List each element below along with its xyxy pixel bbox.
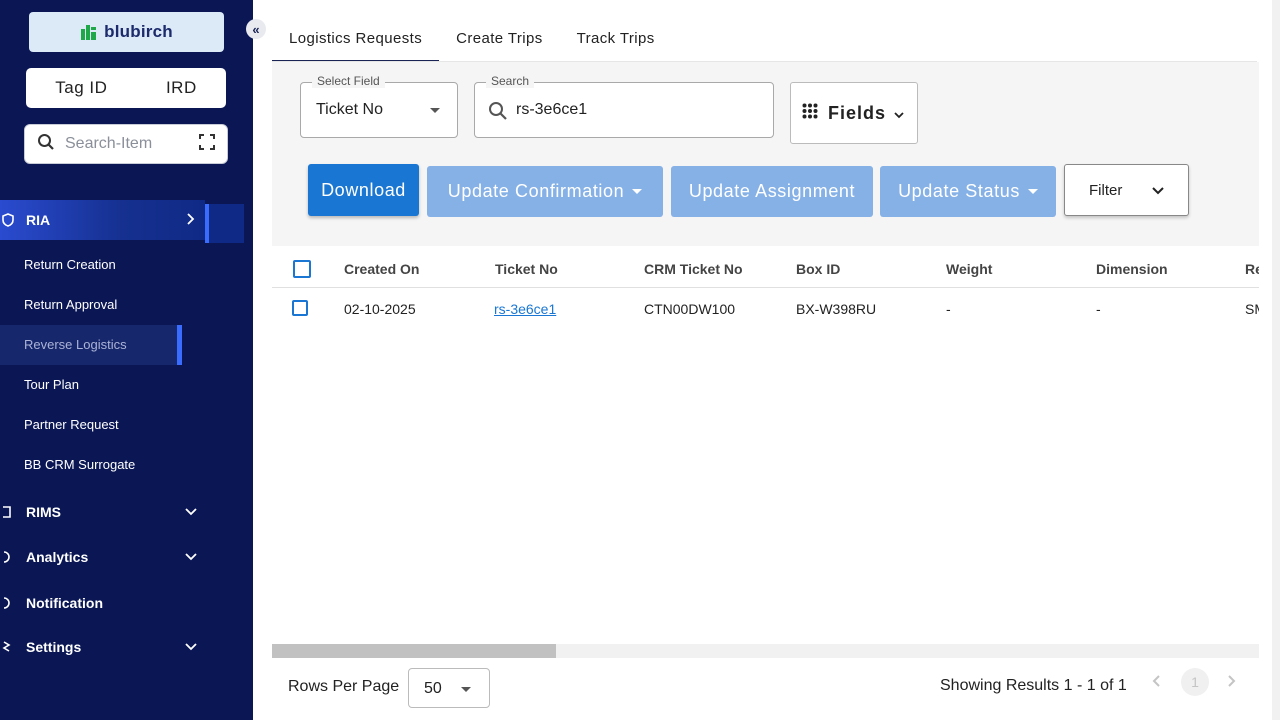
sidebar-group-rims[interactable]: RIMS	[0, 492, 253, 532]
update-confirmation-button[interactable]: Update Confirmation	[427, 166, 663, 217]
chevron-down-icon	[185, 549, 197, 565]
sidebar-item-return-creation[interactable]: Return Creation	[24, 257, 116, 272]
col-weight[interactable]: Weight	[946, 261, 992, 277]
cell-dimension: -	[1096, 301, 1101, 317]
sidebar-group-ria[interactable]: RIA	[0, 200, 205, 240]
tab-track-trips[interactable]: Track Trips	[560, 24, 672, 62]
sidebar-item-partner-request[interactable]: Partner Request	[24, 417, 119, 432]
select-field-value: Ticket No	[316, 101, 383, 118]
vertical-scrollbar[interactable]	[1272, 0, 1280, 720]
search-icon	[37, 133, 55, 156]
sidebar-group-rims-label: RIMS	[26, 504, 61, 520]
chevron-down-icon	[894, 103, 904, 124]
settings-icon	[2, 640, 14, 654]
select-all-checkbox[interactable]	[293, 260, 311, 278]
grid-icon	[802, 103, 818, 124]
sidebar-item-bb-crm-surrogate[interactable]: BB CRM Surrogate	[24, 457, 135, 472]
col-truncated[interactable]: Re	[1245, 261, 1259, 277]
top-tabs: Logistics Requests Create Trips Track Tr…	[272, 24, 672, 62]
sidebar-group-notification[interactable]: Notification	[0, 583, 253, 623]
update-assignment-label: Update Assignment	[688, 181, 856, 201]
toggle-ird[interactable]: IRD	[166, 78, 197, 98]
analytics-icon	[2, 550, 14, 564]
col-crm-ticket-no[interactable]: CRM Ticket No	[644, 261, 743, 277]
cell-crm-ticket-no: CTN00DW100	[644, 301, 736, 317]
sidebar-item-return-approval[interactable]: Return Approval	[24, 297, 117, 312]
horizontal-scrollbar-thumb[interactable]	[272, 644, 556, 658]
cell-created-on: 02-10-2025	[344, 301, 416, 317]
sidebar-group-notification-label: Notification	[26, 595, 103, 611]
sidebar-group-ria-label: RIA	[26, 212, 51, 228]
filter-button[interactable]: Filter	[1064, 164, 1189, 216]
download-label: Download	[321, 179, 406, 200]
search-icon	[488, 101, 508, 126]
scan-expand-icon[interactable]	[199, 133, 215, 155]
cell-weight: -	[946, 301, 951, 317]
col-created-on[interactable]: Created On	[344, 261, 419, 277]
brand-name: blubirch	[104, 22, 173, 41]
chevron-down-icon	[1152, 182, 1165, 199]
sidebar-item-reverse-logistics[interactable]: Reverse Logistics	[24, 337, 127, 352]
collapse-sidebar-icon[interactable]: «	[246, 19, 266, 39]
select-field-label: Select Field	[312, 74, 385, 88]
col-box-id[interactable]: Box ID	[796, 261, 840, 277]
chevron-right-icon	[185, 212, 195, 228]
sidebar-search-input[interactable]: Search-Item	[24, 124, 228, 164]
fields-button[interactable]: Fields	[790, 82, 918, 144]
rows-per-page-select[interactable]: 50	[408, 668, 490, 708]
select-field-dropdown[interactable]: Select Field Ticket No	[300, 74, 458, 138]
dropdown-caret-icon	[461, 687, 471, 692]
next-page-icon[interactable]	[1227, 674, 1237, 693]
tag-ird-toggle: Tag ID IRD	[26, 68, 226, 108]
dropdown-caret-icon	[632, 189, 643, 194]
notification-icon	[2, 596, 14, 610]
dropdown-caret-icon	[430, 108, 440, 113]
cell-box-id: BX-W398RU	[796, 301, 877, 317]
blubirch-logo-icon	[80, 23, 98, 41]
ria-active-marker	[205, 204, 244, 243]
dropdown-caret-icon	[1027, 189, 1038, 194]
update-status-button[interactable]: Update Status	[880, 166, 1056, 217]
sidebar-item-tour-plan[interactable]: Tour Plan	[24, 377, 79, 392]
update-assignment-button[interactable]: Update Assignment	[671, 166, 873, 217]
rims-icon	[2, 505, 14, 519]
row-checkbox[interactable]	[292, 300, 308, 316]
update-confirmation-label: Update Confirmation	[447, 181, 625, 201]
rows-per-page-label: Rows Per Page	[288, 678, 400, 695]
table-row: 02-10-2025 rs-3e6ce1 CTN00DW100 BX-W398R…	[272, 288, 1259, 328]
chevron-down-icon	[185, 639, 197, 655]
sidebar-group-analytics[interactable]: Analytics	[0, 537, 253, 577]
rows-per-page-value: 50	[424, 680, 442, 697]
prev-page-icon[interactable]	[1151, 674, 1161, 693]
col-dimension[interactable]: Dimension	[1096, 261, 1168, 277]
sidebar: blubirch Tag ID IRD Search-Item RIA Retu…	[0, 0, 253, 720]
update-status-label: Update Status	[898, 181, 1020, 201]
cell-truncated: SM	[1245, 301, 1259, 317]
search-input[interactable]: rs-3e6ce1	[516, 101, 587, 119]
cell-ticket-no-link[interactable]: rs-3e6ce1	[494, 301, 556, 317]
sidebar-group-analytics-label: Analytics	[26, 549, 89, 565]
search-label: Search	[486, 74, 535, 88]
sidebar-group-settings[interactable]: Settings	[0, 627, 253, 667]
tab-create-trips[interactable]: Create Trips	[439, 24, 560, 62]
data-table: Created On Ticket No CRM Ticket No Box I…	[272, 248, 1259, 328]
download-button[interactable]: Download	[308, 164, 419, 216]
fields-label: Fields	[828, 102, 887, 123]
table-header: Created On Ticket No CRM Ticket No Box I…	[272, 248, 1259, 288]
brand-logo[interactable]: blubirch	[29, 12, 224, 52]
page-number-button[interactable]: 1	[1181, 668, 1209, 696]
sidebar-search-placeholder: Search-Item	[65, 135, 153, 152]
sidebar-group-settings-label: Settings	[26, 639, 82, 655]
col-ticket-no[interactable]: Ticket No	[495, 261, 558, 277]
toggle-tag-id[interactable]: Tag ID	[55, 78, 107, 98]
search-field[interactable]: Search rs-3e6ce1	[474, 74, 774, 138]
horizontal-scrollbar[interactable]	[272, 644, 1259, 658]
results-summary: Showing Results 1 - 1 of 1	[940, 677, 1127, 694]
chevron-down-icon	[185, 504, 197, 520]
ria-icon	[2, 213, 14, 227]
tab-logistics-requests[interactable]: Logistics Requests	[272, 24, 440, 62]
filter-label: Filter	[1089, 181, 1123, 199]
